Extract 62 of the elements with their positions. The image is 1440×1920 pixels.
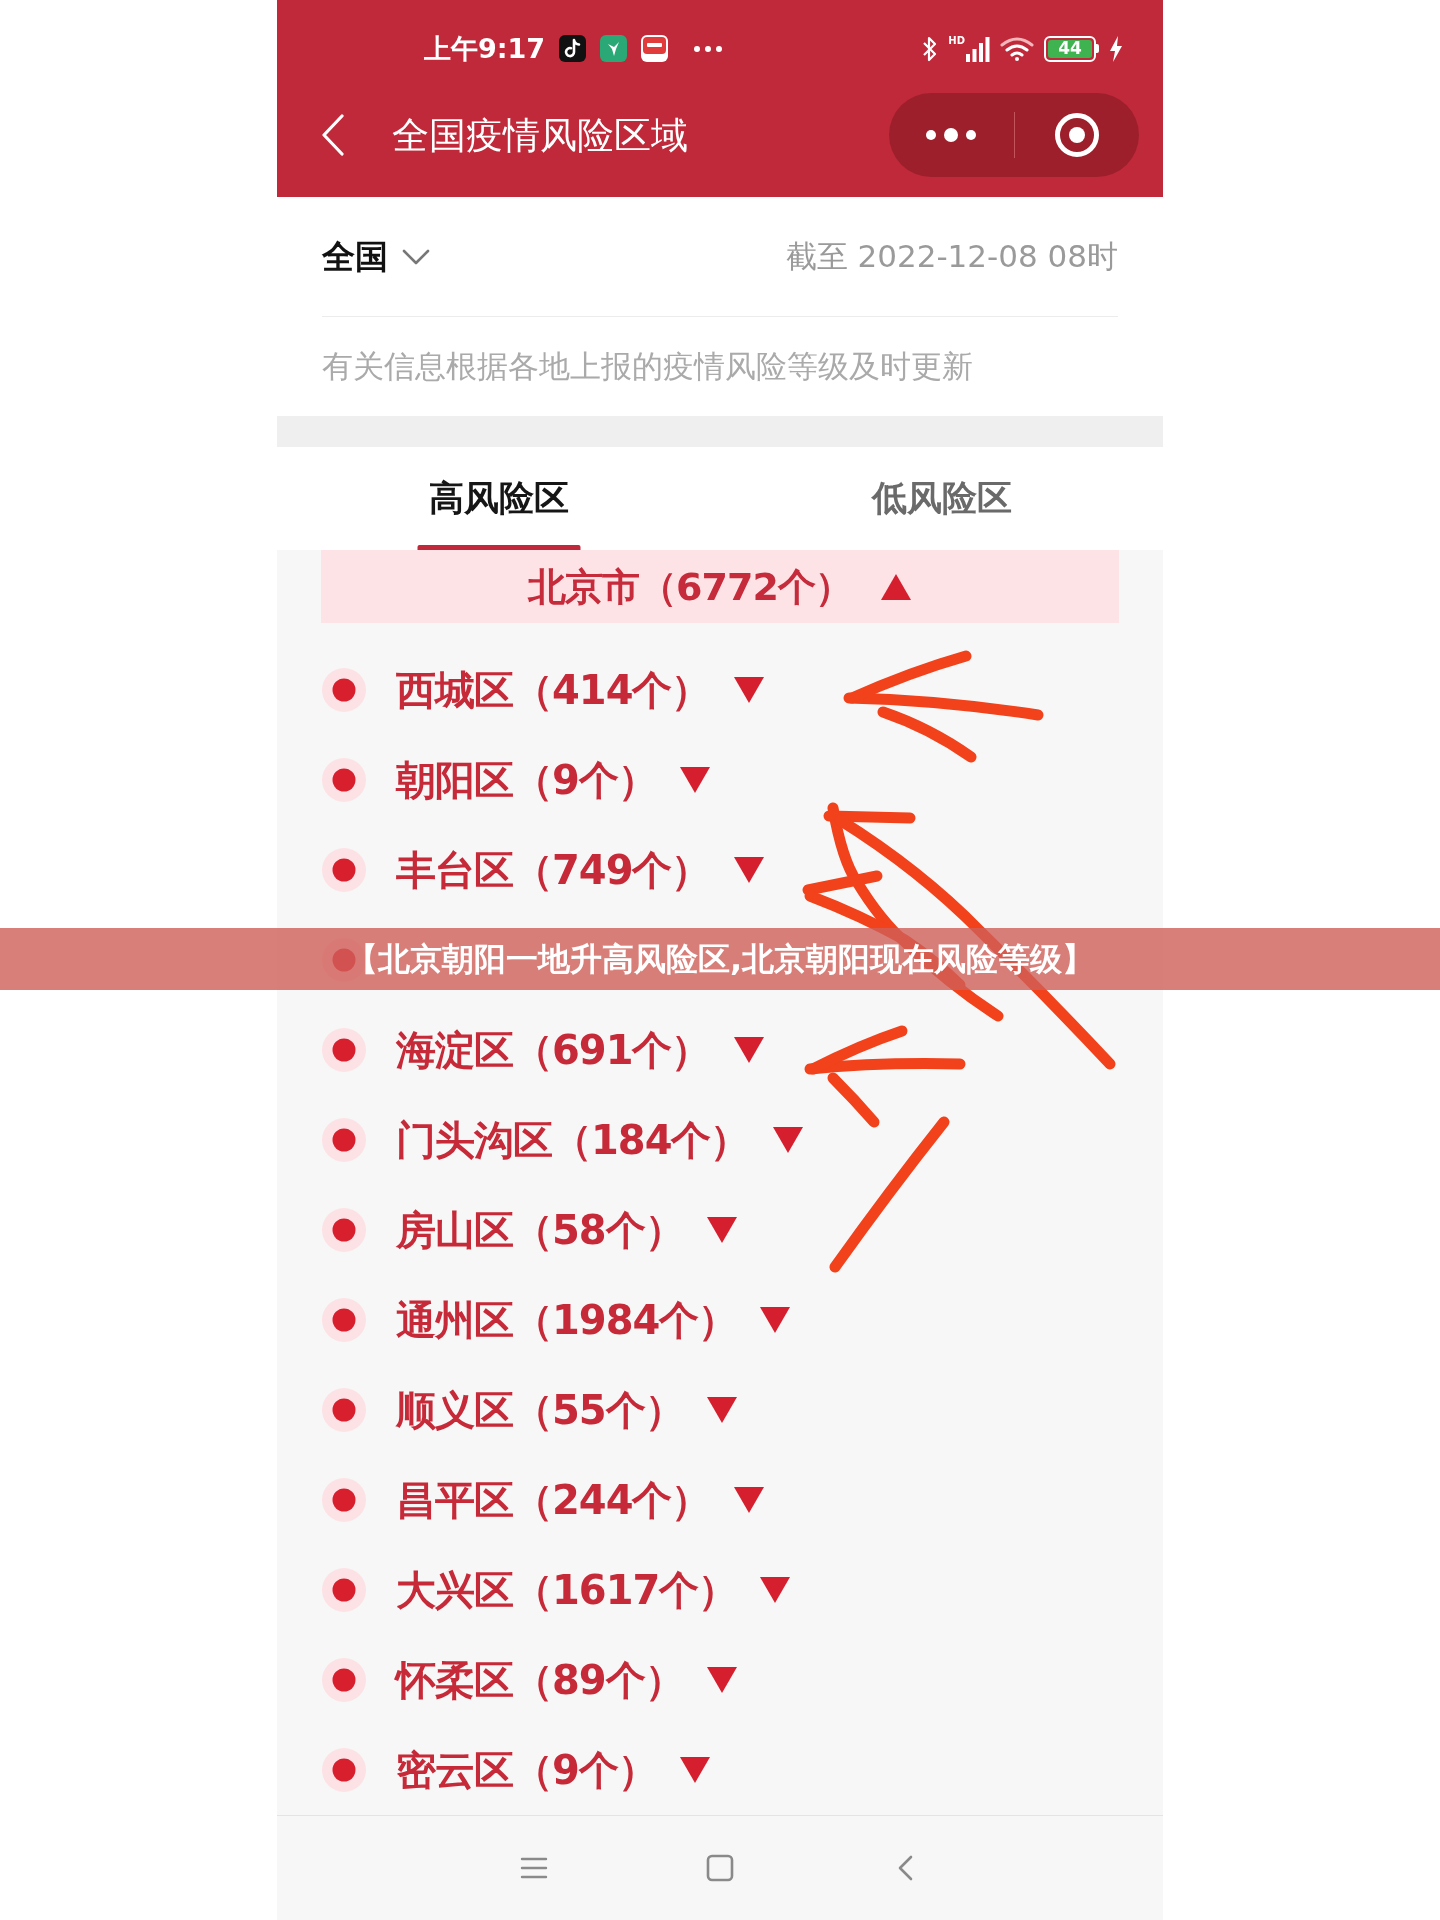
caret-down-icon[interactable] <box>732 856 765 884</box>
caret-down-icon[interactable] <box>759 1306 792 1334</box>
chevron-down-icon[interactable] <box>402 248 430 265</box>
city-group-header[interactable]: 北京市（6772个） <box>321 550 1119 623</box>
caret-down-icon[interactable] <box>759 1576 792 1604</box>
tab[interactable]: 低风险区 <box>720 446 1163 550</box>
district-label[interactable]: 通州区（1984个） <box>396 1300 738 1340</box>
battery-percentage: 44 <box>1048 39 1092 58</box>
status-time: 上午9:17 <box>424 35 546 62</box>
status-dot-icon <box>322 1208 366 1252</box>
status-dot-icon <box>322 668 366 712</box>
status-dot-icon <box>322 848 366 892</box>
back-icon[interactable] <box>321 114 345 156</box>
app-icon <box>641 35 669 62</box>
app-icon <box>600 35 628 62</box>
caret-down-icon[interactable] <box>705 1216 738 1244</box>
caret-down-icon[interactable] <box>732 1486 765 1514</box>
bluetooth-icon <box>922 34 939 63</box>
status-dot-icon <box>322 1568 366 1612</box>
caret-down-icon[interactable] <box>732 1036 765 1064</box>
square-icon[interactable] <box>706 1854 734 1882</box>
ring-dot-icon[interactable] <box>1053 112 1100 158</box>
status-dot-icon <box>322 1118 366 1162</box>
caret-down-icon[interactable] <box>771 1126 804 1154</box>
status-dot-icon <box>322 1748 366 1792</box>
district-label[interactable]: 密云区（9个） <box>396 1750 657 1790</box>
caret-down-icon[interactable] <box>705 1666 738 1694</box>
caret-down-icon[interactable] <box>732 676 765 704</box>
district-label[interactable]: 怀柔区（89个） <box>396 1660 684 1700</box>
network-type-label: HD <box>948 35 965 46</box>
more-dots-icon <box>694 45 723 52</box>
notice-text: 有关信息根据各地上报的疫情风险等级及时更新 <box>322 351 973 382</box>
caret-down-icon[interactable] <box>705 1396 738 1424</box>
district-label[interactable]: 顺义区（55个） <box>396 1390 684 1430</box>
district-label[interactable]: 门头沟区（184个） <box>396 1120 750 1160</box>
more-dots-icon[interactable] <box>925 128 978 142</box>
region-selector[interactable]: 全国 <box>322 240 388 273</box>
district-label[interactable]: 房山区（58个） <box>396 1210 684 1250</box>
tab[interactable]: 高风险区 <box>277 446 720 550</box>
signal-icon <box>966 35 990 62</box>
district-label[interactable]: 大兴区（1617个） <box>396 1570 738 1610</box>
caret-down-icon[interactable] <box>678 1756 711 1784</box>
district-label[interactable]: 朝阳区（9个） <box>396 760 657 800</box>
district-label[interactable]: 丰台区（749个） <box>396 850 711 890</box>
caption-text: 【北京朝阳一地升高风险区,北京朝阳现在风险等级】 <box>345 943 1095 975</box>
district-label[interactable]: 昌平区（244个） <box>396 1480 711 1520</box>
caret-up-icon[interactable] <box>879 572 912 601</box>
status-dot-icon <box>322 1478 366 1522</box>
page-title: 全国疫情风险区域 <box>392 116 688 154</box>
status-dot-icon <box>322 1298 366 1342</box>
status-dot-icon <box>322 1388 366 1432</box>
wifi-icon <box>1000 36 1034 61</box>
district-label[interactable]: 西城区（414个） <box>396 670 711 710</box>
caret-down-icon[interactable] <box>678 766 711 794</box>
status-dot-icon <box>322 1028 366 1072</box>
charging-bolt-icon <box>1109 35 1123 62</box>
status-dot-icon <box>322 758 366 802</box>
status-dot-icon <box>322 1658 366 1702</box>
district-label[interactable]: 海淀区（691个） <box>396 1030 711 1070</box>
menu-icon[interactable] <box>520 1856 548 1880</box>
music-note-app-icon <box>559 35 587 62</box>
update-time: 截至 2022-12-08 08时 <box>785 241 1118 272</box>
